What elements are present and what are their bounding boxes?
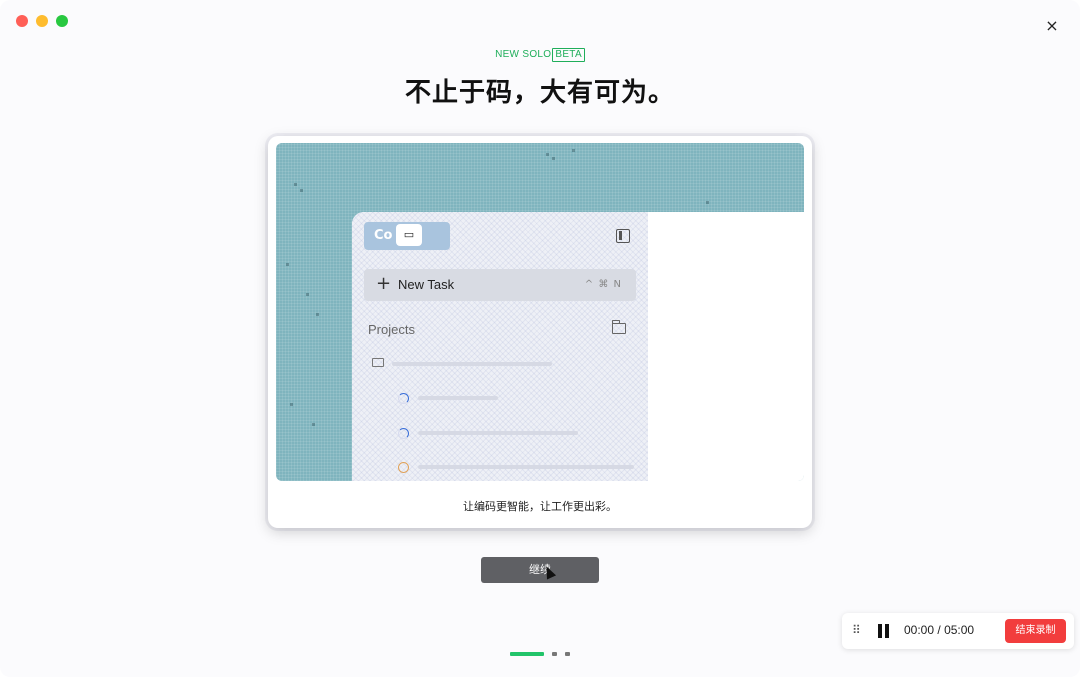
app-preview-image: Co ▭ + New Task ^ ⌘ N Projects — [276, 143, 804, 481]
elapsed-time: 00:00 — [904, 623, 935, 637]
new-task-shortcut: ^ ⌘ N — [584, 279, 622, 290]
bg-texture — [312, 423, 315, 426]
page-title: 不止于码，大有可为。 — [404, 78, 675, 108]
continue-button[interactable]: 继续 — [481, 557, 599, 583]
logo-badge-icon: ▭ — [396, 224, 422, 246]
timer-separator: / — [937, 623, 941, 637]
recording-timer: 00:00 / 05:00 — [904, 623, 974, 637]
bg-texture — [286, 263, 289, 266]
new-task-button: + New Task ^ ⌘ N — [364, 269, 636, 301]
bg-texture — [294, 183, 297, 186]
minimize-window-button[interactable] — [36, 15, 48, 27]
bg-texture — [300, 189, 303, 192]
sidebar-preview: Co ▭ + New Task ^ ⌘ N Projects — [352, 212, 648, 481]
bg-texture — [546, 153, 549, 156]
drag-handle-icon[interactable]: ⠿ — [852, 623, 861, 637]
new-task-label: New Task — [398, 277, 455, 292]
task-placeholder — [418, 431, 578, 435]
loading-spinner-icon — [398, 393, 409, 404]
eyebrow-label: NEW SOLO BETA — [0, 48, 1080, 62]
app-window-preview: Co ▭ + New Task ^ ⌘ N Projects — [352, 212, 804, 481]
bg-texture — [316, 313, 319, 316]
logo-text: Co — [374, 228, 393, 243]
project-name-placeholder — [392, 362, 552, 366]
page-indicator-active[interactable] — [510, 652, 544, 656]
bg-texture — [572, 149, 575, 152]
pending-status-icon — [398, 462, 409, 473]
preview-card: Co ▭ + New Task ^ ⌘ N Projects 让编码更智能，让工… — [268, 136, 812, 528]
projects-heading: Projects — [368, 322, 415, 337]
plus-icon: + — [376, 273, 392, 294]
pause-icon[interactable] — [878, 624, 890, 638]
loading-spinner-icon — [398, 428, 409, 439]
card-caption: 让编码更智能，让工作更出彩。 — [463, 500, 617, 513]
task-placeholder — [418, 396, 498, 400]
page-indicator[interactable] — [565, 652, 570, 656]
bg-texture — [306, 293, 309, 296]
task-placeholder — [418, 465, 634, 469]
bg-texture — [552, 157, 555, 160]
folder-icon — [372, 358, 384, 367]
onboarding-window: × NEW SOLO BETA 不止于码，大有可为。 Co ▭ + New Ta… — [0, 0, 1080, 677]
close-icon[interactable]: × — [1044, 18, 1060, 34]
sidebar-toggle-icon — [616, 229, 630, 243]
close-window-button[interactable] — [16, 15, 28, 27]
bg-texture — [706, 201, 709, 204]
eyebrow-text: NEW SOLO — [495, 49, 552, 60]
pagination — [510, 652, 570, 656]
screen-recorder-toolbar: ⠿ 00:00 / 05:00 结束录制 — [842, 613, 1074, 649]
page-indicator[interactable] — [552, 652, 557, 656]
bg-texture — [290, 403, 293, 406]
time-limit: 05:00 — [944, 623, 975, 637]
beta-badge: BETA — [552, 48, 585, 62]
stop-recording-button[interactable]: 结束录制 — [1005, 619, 1066, 643]
add-folder-icon — [611, 320, 626, 334]
window-controls — [16, 15, 68, 27]
zoom-window-button[interactable] — [56, 15, 68, 27]
